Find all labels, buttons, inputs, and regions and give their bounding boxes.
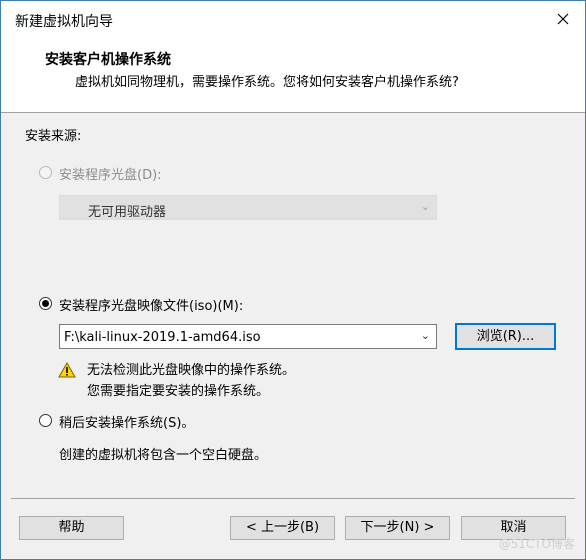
chevron-down-icon: ⌄: [420, 200, 430, 213]
browse-button[interactable]: 浏览(R)...: [455, 323, 556, 350]
install-iso-label: 安装程序光盘映像文件(iso)(M):: [59, 299, 244, 314]
disc-drive-select[interactable]: 无可用驱动器 ⌄: [59, 195, 437, 220]
page-title: 安装客户机操作系统: [45, 52, 171, 68]
iso-path-input[interactable]: F:\kali-linux-2019.1-amd64.iso ⌄: [59, 324, 437, 349]
install-later-description: 创建的虚拟机将包含一个空白硬盘。: [59, 448, 268, 463]
wizard-window: 新建虚拟机向导 安装客户机操作系统 虚拟机如同物理机，需要操作系统。您将如何安装…: [0, 0, 586, 560]
window-title: 新建虚拟机向导: [15, 14, 113, 30]
wizard-header: 安装客户机操作系统 虚拟机如同物理机，需要操作系统。您将如何安装客户机操作系统?: [1, 37, 585, 113]
close-icon: [557, 13, 569, 25]
warning-line-1: 无法检测此光盘映像中的操作系统。: [87, 363, 296, 378]
chevron-down-icon[interactable]: ⌄: [421, 329, 430, 342]
title-bar: 新建虚拟机向导: [1, 1, 585, 37]
radio-install-iso[interactable]: [39, 297, 52, 310]
watermark: @51CTO博客: [498, 537, 575, 551]
disc-drive-value: 无可用驱动器: [88, 205, 167, 220]
warning-line-2: 您需要指定要安装的操作系统。: [87, 384, 270, 399]
install-disc-label: 安装程序光盘(D):: [59, 168, 162, 183]
radio-install-disc[interactable]: [39, 166, 52, 179]
back-button[interactable]: < 上一步(B): [230, 516, 335, 540]
radio-install-later[interactable]: [39, 414, 52, 427]
next-button[interactable]: 下一步(N) >: [345, 516, 450, 540]
close-button[interactable]: [541, 1, 585, 37]
warning-icon: [58, 362, 76, 378]
install-later-label: 稍后安装操作系统(S)。: [59, 416, 195, 431]
page-subtitle: 虚拟机如同物理机，需要操作系统。您将如何安装客户机操作系统?: [75, 75, 459, 90]
help-button[interactable]: 帮助: [19, 516, 124, 540]
footer-divider: [11, 498, 575, 499]
install-source-label: 安装来源:: [25, 129, 82, 144]
iso-path-value: F:\kali-linux-2019.1-amd64.iso: [64, 330, 261, 345]
